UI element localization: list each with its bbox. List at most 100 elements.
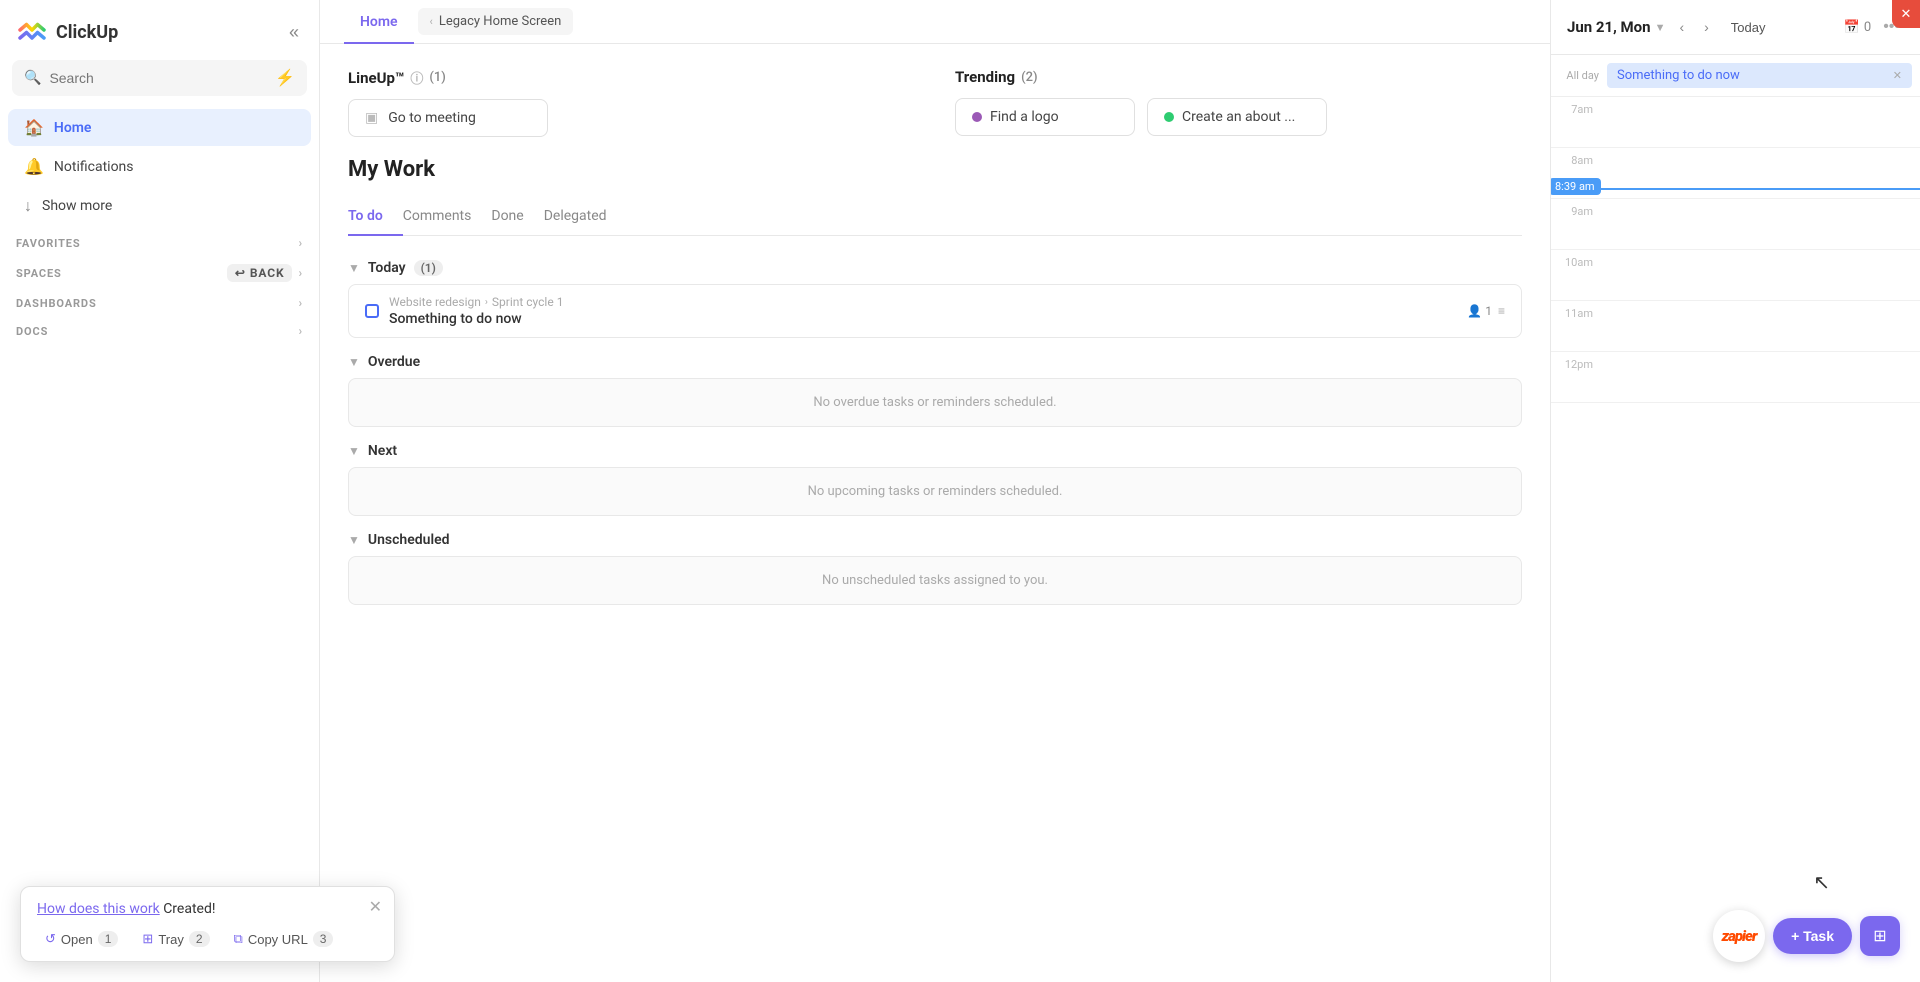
spaces-chevron-icon: › [298,266,303,280]
toast-open-button[interactable]: ↺ Open 1 [37,927,126,951]
calendar-date-title[interactable]: Jun 21, Mon ▼ [1567,18,1665,36]
dashboards-chevron-icon: › [298,296,303,310]
work-tab-comments[interactable]: Comments [403,198,492,236]
today-count: (1) [414,260,443,276]
calendar-prev-button[interactable]: ‹ [1673,15,1690,39]
task-assignee-count: 👤 1 [1467,304,1492,318]
fab-area: ✕ zapier + Task ⊞ [1713,910,1900,962]
content-area: LineUp™ ⓘ (1) ▣ Go to meeting Trending (… [320,44,1550,982]
toast-open-label: Open [61,932,93,947]
back-arrow-icon: ↩ [235,266,246,280]
sidebar: ClickUp « 🔍 ⚡ 🏠 Home 🔔 Notifications ↓ S… [0,0,320,982]
toast-tray-count: 2 [189,931,210,947]
overdue-section-header[interactable]: ▼ Overdue [348,346,1522,378]
all-day-label: All day [1559,69,1599,82]
today-section: ▼ Today (1) Website redesign › Sprint cy… [348,252,1522,338]
calendar-slot-10am: 10am [1551,250,1920,301]
calendar-slot-7am: 7am [1551,97,1920,148]
lineup-count: (1) [429,70,445,85]
trending-card-find-logo[interactable]: Find a logo [955,98,1135,136]
open-icon: ↺ [45,931,56,947]
breadcrumb-arrow-icon: › [485,297,488,308]
time-label-10am: 10am [1551,250,1601,269]
next-section-header[interactable]: ▼ Next [348,435,1522,467]
tab-legacy[interactable]: ‹ Legacy Home Screen [418,8,574,35]
tab-home[interactable]: Home [344,0,414,44]
add-task-button[interactable]: + Task [1773,918,1852,954]
slot-content-10am [1601,250,1920,300]
spaces-back-button[interactable]: ↩ Back [227,264,293,282]
next-collapse-icon: ▼ [348,444,360,458]
spaces-section-header[interactable]: SPACES ↩ Back › [0,254,319,286]
task-checkbox[interactable] [365,304,379,318]
lightning-button[interactable]: ⚡ [275,68,295,88]
task-breadcrumb: Website redesign › Sprint cycle 1 [389,295,563,309]
toast-tray-button[interactable]: ⊞ Tray 2 [134,927,217,951]
calendar-slot-9am: 9am [1551,199,1920,250]
search-bar[interactable]: 🔍 ⚡ [12,60,307,96]
work-tab-todo[interactable]: To do [348,198,403,236]
spaces-label: SPACES [16,267,62,280]
lineup-card-go-to-meeting[interactable]: ▣ Go to meeting [348,99,548,137]
toast-copy-url-button[interactable]: ⧉ Copy URL 3 [226,927,342,951]
work-tab-delegated[interactable]: Delegated [544,198,627,236]
show-more-label: Show more [42,198,112,214]
lineup-info-icon[interactable]: ⓘ [410,68,423,87]
lineup-title-text: LineUp™ [348,69,404,87]
time-label-11am: 11am [1551,301,1601,320]
dashboards-section-header[interactable]: DASHBOARDS › [0,286,319,314]
back-label: Back [250,266,285,280]
event-close-icon[interactable]: ✕ [1893,69,1902,82]
grid-fab-button[interactable]: ⊞ [1860,916,1900,956]
top-right-close-button[interactable]: ✕ [1892,0,1920,28]
search-input[interactable] [49,70,267,86]
today-section-header[interactable]: ▼ Today (1) [348,252,1522,284]
current-time-badge: 8:39 am [1551,178,1601,195]
unscheduled-section-header[interactable]: ▼ Unscheduled [348,524,1522,556]
all-day-event-something-to-do[interactable]: Something to do now ✕ [1607,63,1912,88]
sidebar-item-home[interactable]: 🏠 Home [8,109,311,146]
chevron-down-icon: ↓ [24,196,32,216]
sidebar-item-notifications[interactable]: 🔔 Notifications [8,148,311,185]
clickup-logo-icon [16,16,48,48]
task-breadcrumb-2: Sprint cycle 1 [492,295,564,309]
work-tab-done[interactable]: Done [491,198,543,236]
docs-label: DOCS [16,325,48,338]
zapier-logo[interactable]: zapier [1713,910,1765,962]
toast-notification: ✕ How does this work Created! ↺ Open 1 ⊞… [20,886,395,962]
overdue-section: ▼ Overdue No overdue tasks or reminders … [348,346,1522,427]
toast-close-button[interactable]: ✕ [369,897,382,917]
calendar-today-button[interactable]: Today [1723,16,1774,39]
work-tabs-bar: To do Comments Done Delegated [348,198,1522,236]
calendar-date-label: Jun 21, Mon [1567,18,1651,36]
trending-item-1-label: Create an about ... [1182,109,1295,125]
green-dot-icon [1164,112,1174,122]
main-content: Home ‹ Legacy Home Screen LineUp™ ⓘ (1) … [320,0,1550,982]
toast-copy-url-count: 3 [313,931,334,947]
lineup-section: LineUp™ ⓘ (1) ▣ Go to meeting [348,68,915,137]
next-label: Next [368,443,397,459]
task-row-something-to-do[interactable]: Website redesign › Sprint cycle 1 Someth… [348,284,1522,338]
unscheduled-empty: No unscheduled tasks assigned to you. [348,556,1522,605]
home-label: Home [54,120,92,136]
calendar-icon: 📅 [1844,20,1860,35]
sidebar-collapse-button[interactable]: « [285,18,303,47]
legacy-tab-label: Legacy Home Screen [439,14,561,29]
current-time-line [1601,188,1920,190]
task-checkbox-icon: ▣ [365,110,378,126]
docs-section-header[interactable]: DOCS › [0,314,319,342]
close-button-area: ✕ [1892,0,1920,28]
sidebar-header: ClickUp « [0,0,319,60]
lineup-trending-section: LineUp™ ⓘ (1) ▣ Go to meeting Trending (… [348,68,1522,137]
favorites-label: FAVORITES [16,237,81,250]
calendar-next-button[interactable]: › [1698,15,1715,39]
top-tabs-bar: Home ‹ Legacy Home Screen [320,0,1550,44]
trending-card-create-about[interactable]: Create an about ... [1147,98,1327,136]
unscheduled-label: Unscheduled [368,532,450,548]
toast-link[interactable]: How does this work [37,901,160,917]
task-meta: 👤 1 ≡ [1467,304,1505,318]
grid-icon: ⊞ [1873,926,1886,946]
sidebar-item-show-more[interactable]: ↓ Show more [8,187,311,225]
app-name: ClickUp [56,22,118,43]
favorites-section-header[interactable]: FAVORITES › [0,226,319,254]
